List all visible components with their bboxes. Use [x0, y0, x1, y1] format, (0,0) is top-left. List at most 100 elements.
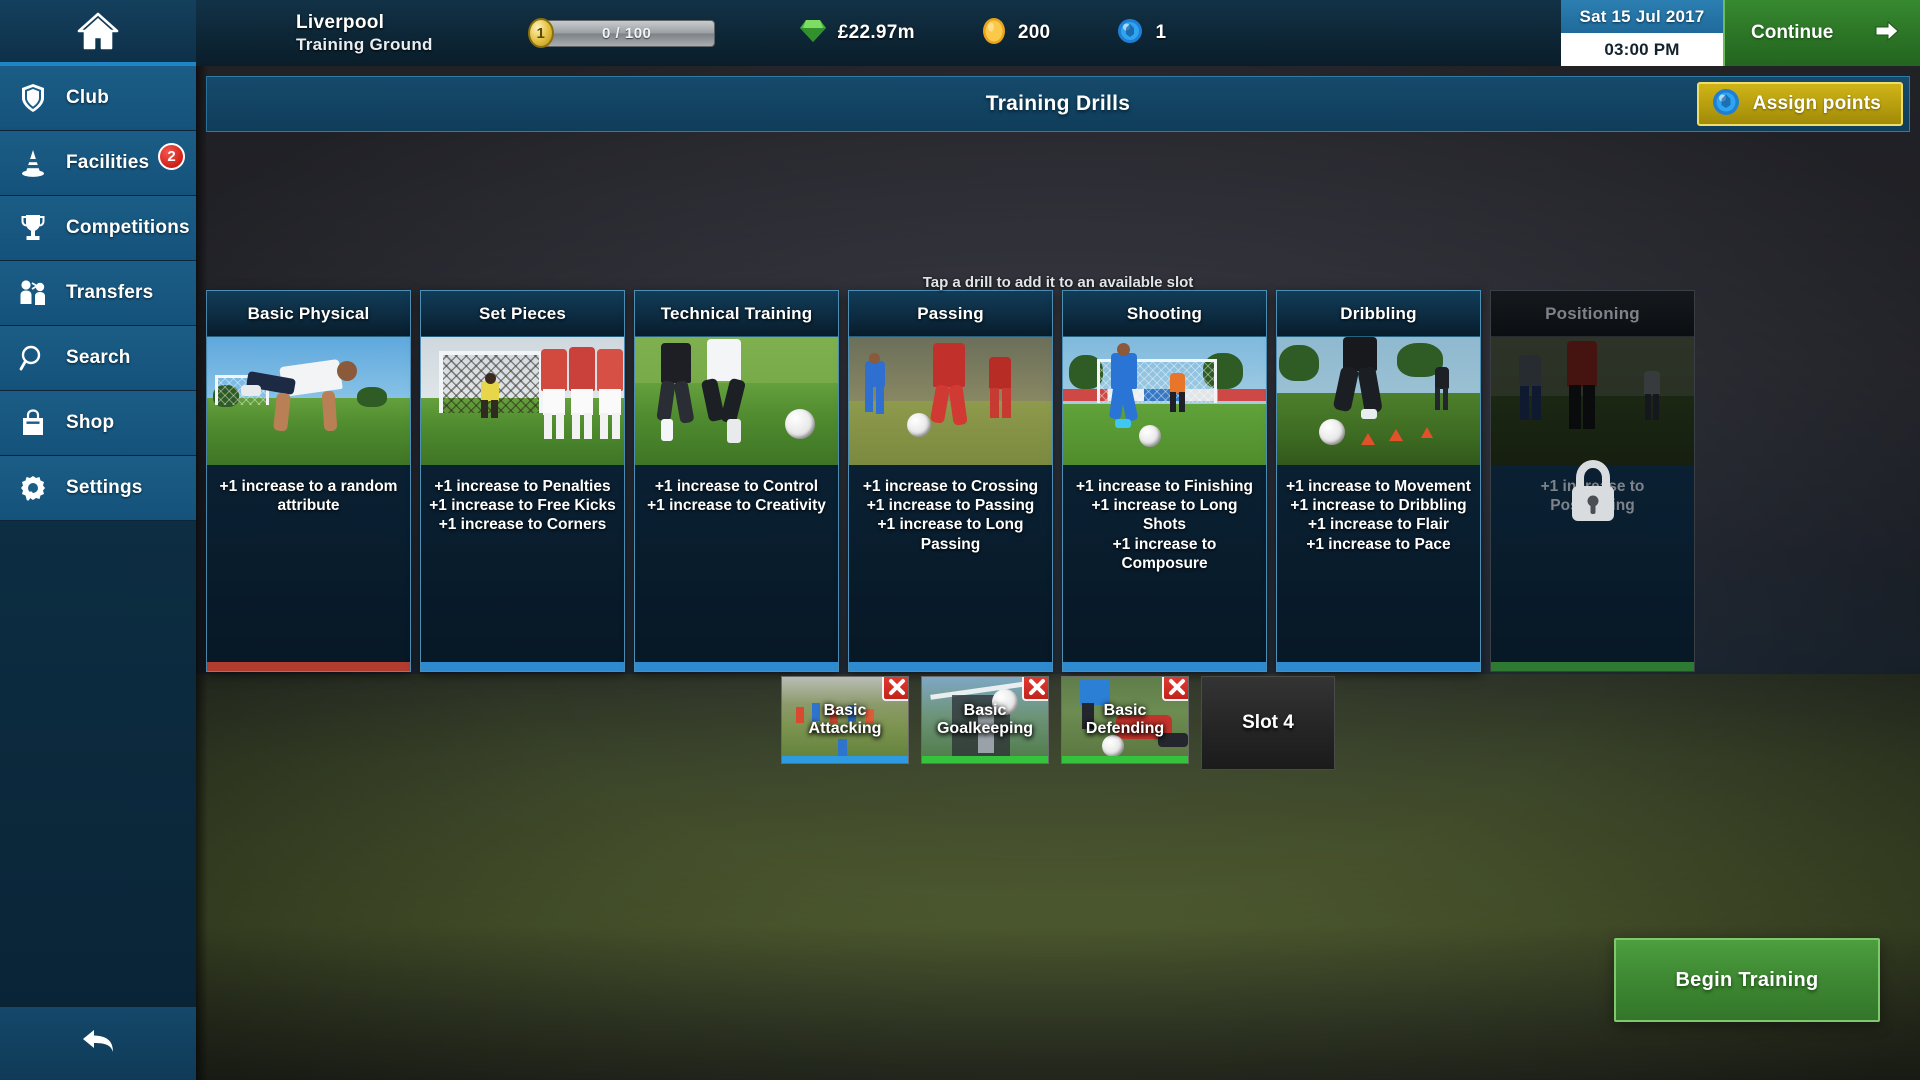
drill-card-technical-training[interactable]: Technical Training +1 increase to Contro… — [634, 290, 839, 672]
drill-effect-line: +1 increase to Dribbling — [1290, 497, 1467, 515]
close-x-icon — [1168, 678, 1186, 696]
drill-effect-line: +1 increase to Corners — [438, 516, 607, 534]
drill-effect-line: +1 increase to Crossing — [862, 478, 1039, 495]
main-content: Training Drills Assign points Tap a dril… — [196, 66, 1920, 1080]
drill-accent-bar — [207, 662, 410, 671]
drill-card-set-pieces[interactable]: Set Pieces +1 increase to Penalties +1 i… — [420, 290, 625, 672]
begin-training-button[interactable]: Begin Training — [1614, 938, 1880, 1022]
drill-effects: +1 increase to Finishing +1 increase to … — [1063, 465, 1266, 662]
back-arrow-icon — [78, 1026, 118, 1061]
coin-icon — [981, 17, 1007, 50]
remove-slot-button[interactable] — [1022, 677, 1048, 701]
drill-title: Dribbling — [1340, 303, 1417, 323]
drill-title: Basic Physical — [247, 303, 370, 323]
xp-bar[interactable]: 0 / 100 1 — [527, 18, 715, 48]
sidebar-item-label: Club — [66, 87, 110, 108]
sidebar-item-competitions[interactable]: Competitions — [0, 196, 196, 261]
drill-photo-shooting — [1063, 337, 1266, 465]
drill-card-dribbling[interactable]: Dribbling +1 increase to Movement +1 inc… — [1276, 290, 1481, 672]
level-value: 1 — [536, 24, 545, 42]
drill-slot-basic-attacking[interactable]: Basic Attacking — [781, 676, 909, 764]
content-left-shadow — [196, 66, 208, 1080]
club-name: Liverpool — [296, 11, 385, 33]
sidebar-item-settings[interactable]: Settings — [0, 456, 196, 521]
xp-meter[interactable]: 0 / 100 1 — [527, 0, 715, 66]
trophy-icon — [16, 213, 50, 243]
drill-effects: +1 increase to Movement +1 increase to D… — [1277, 465, 1480, 662]
current-date: Sat 15 Jul 2017 — [1561, 0, 1723, 33]
page-header: Training Drills Assign points — [206, 76, 1910, 132]
drill-effect-line: +1 increase to Penalties — [434, 478, 611, 495]
sidebar-item-club[interactable]: Club — [0, 66, 196, 131]
drill-effect-line: +1 increase to Control — [654, 478, 819, 495]
drill-photo-dribbling — [1277, 337, 1480, 465]
drill-effect-line: +1 increase to Pace — [1306, 535, 1451, 553]
drill-slot-basic-defending[interactable]: Basic Defending — [1061, 676, 1189, 764]
drill-title: Set Pieces — [478, 303, 567, 323]
level-badge: 1 — [527, 18, 554, 48]
drill-card-header: Dribbling — [1277, 291, 1480, 337]
home-button[interactable] — [0, 0, 196, 66]
slot-accent-bar — [922, 756, 1048, 763]
resource-orbs[interactable]: 1 — [1116, 0, 1166, 66]
drill-card-header: Set Pieces — [421, 291, 624, 337]
slot-accent-bar — [1062, 756, 1188, 763]
drill-card-basic-physical[interactable]: Basic Physical +1 increase to a random a… — [206, 290, 411, 672]
drill-slot-basic-goalkeeping[interactable]: Basic Goalkeeping — [921, 676, 1049, 764]
sidebar-item-search[interactable]: Search — [0, 326, 196, 391]
remove-slot-button[interactable] — [1162, 677, 1188, 701]
drill-card-positioning-locked[interactable]: Positioning +1 to — [1490, 290, 1695, 672]
resource-money[interactable]: £22.97m — [799, 0, 915, 66]
home-icon — [77, 12, 119, 50]
drill-card-passing[interactable]: Passing +1 increase to Crossing +1 incre… — [848, 290, 1053, 672]
club-info: Liverpool Training Ground — [196, 0, 433, 66]
drill-accent-bar — [849, 662, 1052, 671]
magnifier-icon — [16, 344, 50, 372]
drill-title: Positioning — [1545, 303, 1640, 323]
back-button[interactable] — [0, 1006, 196, 1080]
drill-card-shooting[interactable]: Shooting +1 increase to Finishing +1 inc… — [1062, 290, 1267, 672]
sidebar-item-facilities[interactable]: Facilities 2 — [0, 131, 196, 196]
xp-value: 0 / 100 — [602, 24, 652, 42]
drill-effect-line: +1 increase to Free Kicks — [429, 497, 616, 515]
drill-accent-bar — [1491, 662, 1694, 671]
assign-points-label: Assign points — [1752, 93, 1881, 114]
drill-effect-line: +1 increase to Flair — [1308, 516, 1449, 534]
date-time-panel: Sat 15 Jul 2017 03:00 PM — [1561, 0, 1723, 66]
drill-photo-tackle — [635, 337, 838, 465]
sidebar-item-shop[interactable]: Shop — [0, 391, 196, 456]
drill-slot-empty-4[interactable]: Slot 4 — [1201, 676, 1335, 770]
drill-effects: +1 increase to Control +1 increase to Cr… — [635, 465, 838, 662]
sidebar-item-label: Transfers — [66, 282, 154, 303]
drill-effect-line: +1 increase to Long Passing — [877, 516, 1024, 553]
sidebar-item-label: Search — [66, 347, 131, 368]
facilities-badge: 2 — [158, 143, 185, 170]
sidebar-item-label: Settings — [66, 477, 143, 498]
orbs-value: 1 — [1155, 22, 1167, 43]
remove-slot-button[interactable] — [882, 677, 908, 701]
drill-accent-bar — [635, 662, 838, 671]
drill-card-header: Positioning — [1491, 291, 1694, 337]
transfers-icon — [16, 279, 50, 307]
coins-value: 200 — [1017, 22, 1051, 43]
drill-photo-pushup — [207, 337, 410, 465]
arrow-right-icon — [1874, 19, 1900, 48]
resource-coins[interactable]: 200 — [981, 0, 1051, 66]
drill-card-list: Basic Physical +1 increase to a random a… — [206, 290, 1920, 672]
drill-effects: +1 increase to Penalties +1 increase to … — [421, 465, 624, 662]
close-x-icon — [888, 678, 906, 696]
assign-points-button[interactable]: Assign points — [1696, 82, 1903, 126]
drill-title: Passing — [917, 303, 984, 323]
drill-effect-line: +1 increase to Passing — [866, 497, 1035, 515]
drill-effect-line: +1 increase to Composure — [1112, 535, 1217, 572]
drill-card-header: Technical Training — [635, 291, 838, 337]
drill-effects: +1 increase to a random attribute — [207, 465, 410, 662]
continue-button[interactable]: Continue — [1723, 0, 1920, 66]
close-x-icon — [1028, 678, 1046, 696]
drill-title: Technical Training — [660, 303, 813, 323]
money-value: £22.97m — [837, 22, 915, 43]
drill-effect-line: +1 increase to Finishing — [1075, 478, 1253, 495]
drill-accent-bar — [1063, 662, 1266, 671]
sidebar-item-transfers[interactable]: Transfers — [0, 261, 196, 326]
drill-effect-line: +1 increase to Long Shots — [1091, 497, 1238, 534]
